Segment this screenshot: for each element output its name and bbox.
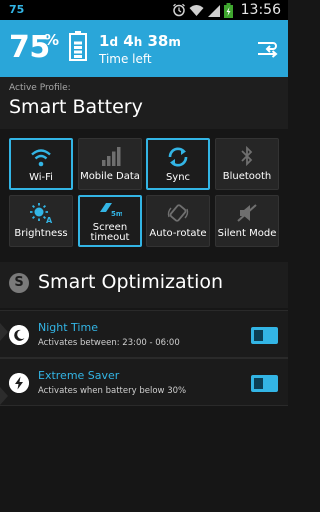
toggle-brightness[interactable]: A Brightness — [9, 195, 73, 247]
smart-optimization-badge: S — [9, 273, 29, 293]
row-marker — [0, 323, 8, 341]
time-left-minutes-unit: m — [168, 35, 181, 49]
toggle-screen-timeout-label: Screen timeout — [80, 223, 140, 243]
time-left-value: 1d 4h 38m — [99, 32, 181, 50]
toggle-brightness-label: Brightness — [14, 228, 68, 239]
time-left-minutes: 38 — [147, 32, 169, 50]
brightness-auto-icon: A — [30, 203, 53, 224]
toggle-silent-mode-label: Silent Mode — [217, 228, 277, 239]
toggle-sync-label: Sync — [165, 172, 191, 183]
night-time-toggle-knob — [254, 330, 263, 341]
toggle-sync[interactable]: Sync — [146, 138, 210, 190]
lightning-icon — [9, 373, 29, 393]
silent-icon — [237, 204, 257, 222]
active-profile[interactable]: Active Profile: Smart Battery — [0, 77, 288, 129]
time-left-hours: 4 — [123, 32, 134, 50]
active-profile-name: Smart Battery — [9, 96, 143, 118]
extreme-saver-title: Extreme Saver — [38, 369, 120, 382]
svg-text:A: A — [46, 216, 53, 224]
extreme-saver-toggle[interactable] — [251, 375, 278, 392]
row-marker — [0, 387, 8, 405]
toggle-bluetooth[interactable]: Bluetooth — [215, 138, 279, 190]
toggle-mobile-data-label: Mobile Data — [80, 171, 140, 182]
quick-toggle-grid: Wi-Fi Mobile Data Sync Bluetooth A Brigh… — [9, 138, 279, 248]
toggle-silent-mode[interactable]: Silent Mode — [215, 195, 279, 247]
sync-icon — [168, 147, 188, 167]
toggle-auto-rotate-label: Auto-rotate — [149, 228, 207, 239]
wifi-icon — [189, 4, 204, 16]
extreme-saver-subtitle: Activates when battery below 30% — [38, 386, 187, 396]
toggle-bluetooth-label: Bluetooth — [222, 171, 272, 182]
battery-level-icon — [69, 31, 87, 61]
signal-icon — [208, 4, 220, 17]
status-bar: 75 13:56 — [0, 0, 288, 20]
battery-level-segment — [74, 55, 82, 58]
section-title: Smart Optimization — [38, 271, 224, 293]
screen-timeout-icon: 5m — [100, 203, 122, 218]
night-time-toggle[interactable] — [251, 327, 278, 344]
battery-header: 75 % 1d 4h 38m Time left — [0, 20, 288, 77]
wifi-icon — [31, 149, 51, 167]
toggle-screen-timeout[interactable]: 5m Screen timeout — [78, 195, 142, 247]
night-time-subtitle: Activates between: 23:00 - 06:00 — [38, 338, 180, 348]
time-left-days: 1 — [99, 32, 110, 50]
status-time: 13:56 — [240, 2, 281, 18]
toggle-screen-timeout-label-line2: timeout — [90, 232, 130, 243]
rotate-icon — [167, 204, 189, 222]
list-item-night-time[interactable]: Night Time Activates between: 23:00 - 06… — [0, 310, 288, 358]
time-left-days-unit: d — [109, 35, 119, 49]
screen-timeout-icon-text: 5m — [111, 210, 122, 218]
battery-charging-icon — [224, 2, 233, 18]
switch-profile-icon[interactable] — [256, 38, 278, 58]
list-item-extreme-saver[interactable]: Extreme Saver Activates when battery bel… — [0, 358, 288, 406]
battery-level-segment — [74, 46, 82, 49]
time-left-hours-unit: h — [133, 35, 143, 49]
time-left-label: Time left — [99, 52, 152, 66]
status-icons — [172, 2, 233, 18]
extreme-saver-toggle-knob — [254, 378, 263, 389]
toggle-wifi[interactable]: Wi-Fi — [9, 138, 73, 190]
night-time-title: Night Time — [38, 321, 98, 334]
alarm-icon — [173, 3, 185, 17]
signal-bars-icon — [102, 147, 121, 166]
battery-level-segment — [74, 50, 82, 54]
battery-percent-sign: % — [44, 31, 60, 49]
toggle-mobile-data[interactable]: Mobile Data — [78, 138, 142, 190]
bluetooth-icon — [241, 145, 253, 167]
moon-icon — [9, 325, 29, 345]
battery-level-segment — [74, 41, 82, 45]
toggle-wifi-label: Wi-Fi — [29, 172, 53, 183]
status-battery-number: 75 — [9, 3, 25, 16]
active-profile-label: Active Profile: — [9, 83, 71, 93]
toggle-auto-rotate[interactable]: Auto-rotate — [146, 195, 210, 247]
